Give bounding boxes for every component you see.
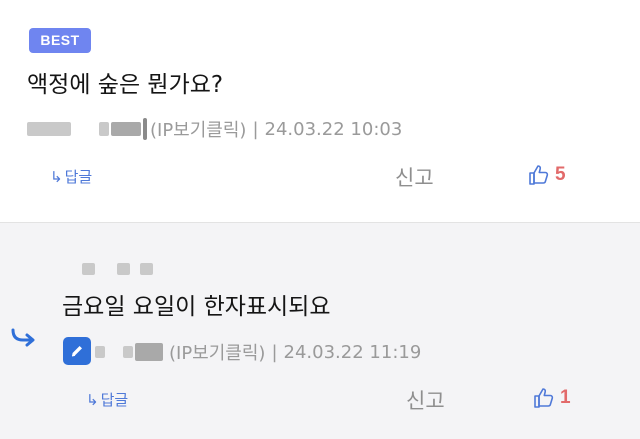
author-name-blurred (82, 263, 153, 275)
reply-arrow-icon: ↳ (86, 390, 99, 409)
reply-button[interactable]: ↳ 답글 (86, 389, 128, 410)
reply-label: 답글 (64, 168, 93, 186)
reply-arrow-icon: ↳ (50, 167, 63, 186)
comment-date: 24.03.22 10:03 (264, 118, 403, 140)
best-badge: BEST (29, 28, 91, 53)
meta-separator: | (252, 118, 259, 140)
reply-button[interactable]: ↳ 답글 (50, 166, 92, 187)
comment-meta: (IP보기클릭) | 24.03.22 11:19 (95, 339, 421, 365)
like-button[interactable]: 5 (527, 163, 566, 187)
like-button[interactable]: 1 (532, 386, 571, 410)
thumbs-up-icon (529, 165, 549, 185)
meta-separator: | (271, 341, 278, 363)
like-count: 1 (560, 387, 571, 408)
best-comment: BEST 액정에 숲은 뭔가요? (IP보기클릭) | 24.03.22 10:… (0, 0, 640, 222)
reply-label: 답글 (100, 391, 129, 409)
thumbs-up-icon (534, 388, 554, 408)
report-button[interactable]: 신고 (406, 385, 445, 415)
author-name-blurred (27, 118, 147, 140)
like-count: 5 (555, 164, 566, 185)
reply-comment: 금요일 요일이 한자표시되요 (IP보기클릭) | 24.03.22 11:19… (0, 223, 640, 439)
pencil-icon (71, 346, 82, 357)
comment-text: 금요일 요일이 한자표시되요 (62, 294, 331, 320)
comment-meta: (IP보기클릭) | 24.03.22 10:03 (27, 116, 402, 142)
author-edit-badge (63, 337, 91, 365)
author-name-blurred (95, 343, 163, 361)
comment-text: 액정에 숲은 뭔가요? (27, 72, 224, 98)
reply-arrow-icon (11, 328, 35, 347)
ip-view-link[interactable]: (IP보기클릭) (169, 339, 265, 365)
report-button[interactable]: 신고 (395, 162, 434, 192)
ip-view-link[interactable]: (IP보기클릭) (150, 116, 246, 142)
comment-date: 24.03.22 11:19 (283, 341, 422, 363)
